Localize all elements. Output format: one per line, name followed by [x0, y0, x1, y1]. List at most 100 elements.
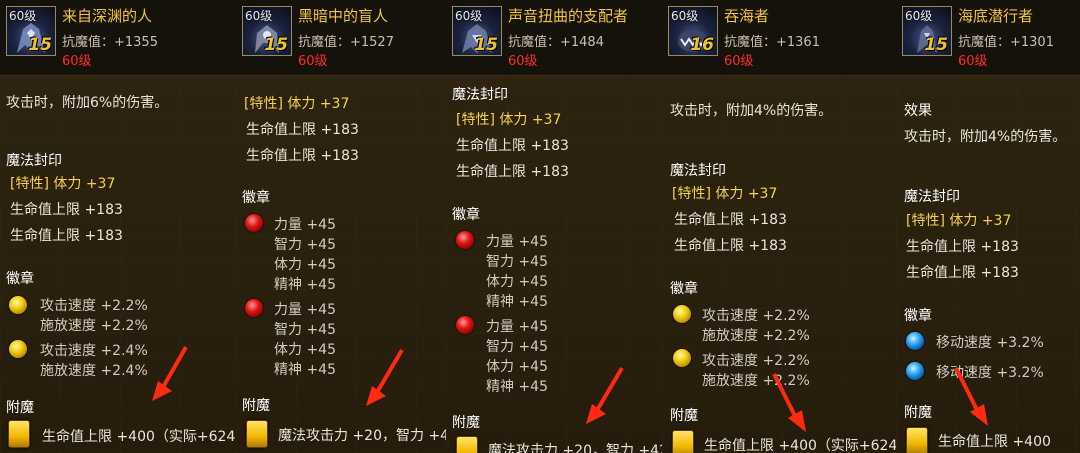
red-emblem-icon — [456, 316, 474, 334]
seal-line: 生命值上限 +183 — [674, 238, 787, 254]
magic-resist: 抗魔值：+1527 — [298, 35, 394, 50]
magic-seal-title: 魔法封印 — [452, 87, 508, 103]
emblem-line: 力量 +45 — [486, 319, 548, 335]
emblem-line: 施放速度 +2.4% — [40, 363, 148, 379]
seal-line: 生命值上限 +183 — [246, 148, 359, 164]
reinforce-level: 15 — [924, 35, 948, 55]
magic-seal-title: 魔法封印 — [6, 153, 62, 169]
level-badge: 60级 — [9, 9, 37, 23]
trait-line: [特性] 体力 +37 — [244, 96, 350, 112]
tooltip-header: 60级 15 来自深渊的人 抗魔值：+1355 60级 — [0, 0, 236, 76]
magic-resist: 抗魔值：+1301 — [958, 35, 1054, 50]
magic-resist: 抗魔值：+1361 — [724, 35, 820, 50]
tooltip-header: 60级 15 声音扭曲的支配者 抗魔值：+1484 60级 — [446, 0, 662, 76]
item-name: 声音扭曲的支配者 — [508, 7, 629, 25]
required-level: 60级 — [62, 54, 92, 69]
red-arrow-icon — [152, 346, 188, 401]
emblem-title: 徽章 — [452, 207, 480, 223]
enchant-title: 附魔 — [242, 398, 270, 414]
emblem-line: 精神 +45 — [274, 362, 336, 378]
enchant-line: 生命值上限 +400（实际+624 — [704, 438, 897, 453]
item-icon[interactable]: 60级 15 — [452, 6, 502, 56]
seal-line: 生命值上限 +183 — [10, 202, 123, 218]
emblem-line: 攻击速度 +2.2% — [40, 298, 148, 314]
red-arrow-icon — [772, 373, 806, 432]
enchant-card-icon — [8, 420, 30, 448]
item-tooltip-1: 60级 15 来自深渊的人 抗魔值：+1355 60级 攻击时，附加6%的伤害。… — [0, 0, 237, 453]
reinforce-level: 16 — [690, 35, 714, 55]
effect-title: 效果 — [904, 103, 932, 119]
blue-emblem-icon — [906, 362, 924, 380]
emblem-line: 精神 +45 — [274, 277, 336, 293]
trait-line: [特性] 体力 +37 — [456, 112, 562, 128]
item-name: 来自深渊的人 — [62, 7, 153, 25]
trait-line: [特性] 体力 +37 — [10, 176, 116, 192]
level-badge: 60级 — [671, 9, 699, 23]
effect-text: 攻击时，附加4%的伤害。 — [904, 129, 1067, 145]
required-level: 60级 — [724, 54, 754, 69]
red-emblem-icon — [245, 299, 263, 317]
seal-line: 生命值上限 +183 — [10, 228, 123, 244]
enchant-card-icon — [246, 420, 268, 448]
enchant-card-icon — [906, 427, 928, 453]
item-icon[interactable]: 60级 15 — [6, 6, 56, 56]
red-arrow-icon — [954, 367, 988, 426]
enchant-line: 生命值上限 +400 — [938, 434, 1051, 450]
yellow-emblem-icon — [9, 296, 27, 314]
tooltip-header: 60级 15 海底潜行者 抗魔值：+1301 60级 — [896, 0, 1080, 76]
red-arrow-icon — [586, 366, 624, 424]
enchant-line: 生命值上限 +400（实际+624 — [42, 429, 236, 445]
item-tooltip-4: 60级 16 吞海者 抗魔值：+1361 60级 攻击时，附加4%的伤害。 魔法… — [662, 0, 897, 453]
emblem-line: 移动速度 +3.2% — [936, 335, 1044, 351]
enchant-title: 附魔 — [670, 408, 698, 424]
tooltip-header: 60级 16 吞海者 抗魔值：+1361 60级 — [662, 0, 896, 76]
level-badge: 60级 — [245, 9, 273, 23]
yellow-emblem-icon — [673, 349, 691, 367]
required-level: 60级 — [298, 54, 328, 69]
reinforce-level: 15 — [264, 35, 288, 55]
seal-line: 生命值上限 +183 — [456, 164, 569, 180]
effect-text: 攻击时，附加6%的伤害。 — [6, 95, 169, 111]
enchant-title: 附魔 — [6, 400, 34, 416]
emblem-title: 徽章 — [904, 308, 932, 324]
trait-line: [特性] 体力 +37 — [672, 186, 778, 202]
red-emblem-icon — [245, 214, 263, 232]
emblem-line: 施放速度 +2.2% — [702, 328, 810, 344]
item-name: 黑暗中的盲人 — [298, 7, 389, 25]
enchant-card-icon — [672, 430, 694, 453]
magic-seal-title: 魔法封印 — [670, 163, 726, 179]
item-icon[interactable]: 60级 15 — [242, 6, 292, 56]
yellow-emblem-icon — [673, 305, 691, 323]
effect-text: 攻击时，附加4%的伤害。 — [670, 103, 833, 119]
emblem-line: 攻击速度 +2.4% — [40, 343, 148, 359]
emblem-line: 体力 +45 — [274, 257, 336, 273]
red-arrow-icon — [366, 348, 404, 406]
emblem-title: 徽章 — [6, 271, 34, 287]
emblem-line: 攻击速度 +2.2% — [702, 353, 810, 369]
enchant-title: 附魔 — [904, 405, 932, 421]
emblem-line: 智力 +45 — [274, 237, 336, 253]
item-tooltip-5: 60级 15 海底潜行者 抗魔值：+1301 60级 效果 攻击时，附加4%的伤… — [896, 0, 1080, 453]
emblem-line: 体力 +45 — [486, 359, 548, 375]
enchant-line: 魔法攻击力 +20，智力 +42 — [488, 443, 663, 453]
item-tooltip-2: 60级 15 黑暗中的盲人 抗魔值：+1527 60级 [特性] 体力 +37 … — [236, 0, 447, 453]
reinforce-level: 15 — [474, 35, 498, 55]
item-icon[interactable]: 60级 15 — [902, 6, 952, 56]
red-emblem-icon — [456, 231, 474, 249]
emblem-line: 智力 +45 — [486, 254, 548, 270]
seal-line: 生命值上限 +183 — [906, 239, 1019, 255]
seal-line: 生命值上限 +183 — [674, 212, 787, 228]
level-badge: 60级 — [455, 9, 483, 23]
item-icon[interactable]: 60级 16 — [668, 6, 718, 56]
emblem-title: 徽章 — [242, 190, 270, 206]
emblem-line: 攻击速度 +2.2% — [702, 308, 810, 324]
seal-line: 生命值上限 +183 — [456, 138, 569, 154]
reinforce-level: 15 — [28, 35, 52, 55]
item-name: 吞海者 — [724, 7, 770, 25]
required-level: 60级 — [508, 54, 538, 69]
emblem-line: 智力 +45 — [274, 322, 336, 338]
yellow-emblem-icon — [9, 340, 27, 358]
emblem-line: 精神 +45 — [486, 379, 548, 395]
emblem-line: 力量 +45 — [274, 302, 336, 318]
item-tooltip-3: 60级 15 声音扭曲的支配者 抗魔值：+1484 60级 魔法封印 [特性] … — [446, 0, 663, 453]
